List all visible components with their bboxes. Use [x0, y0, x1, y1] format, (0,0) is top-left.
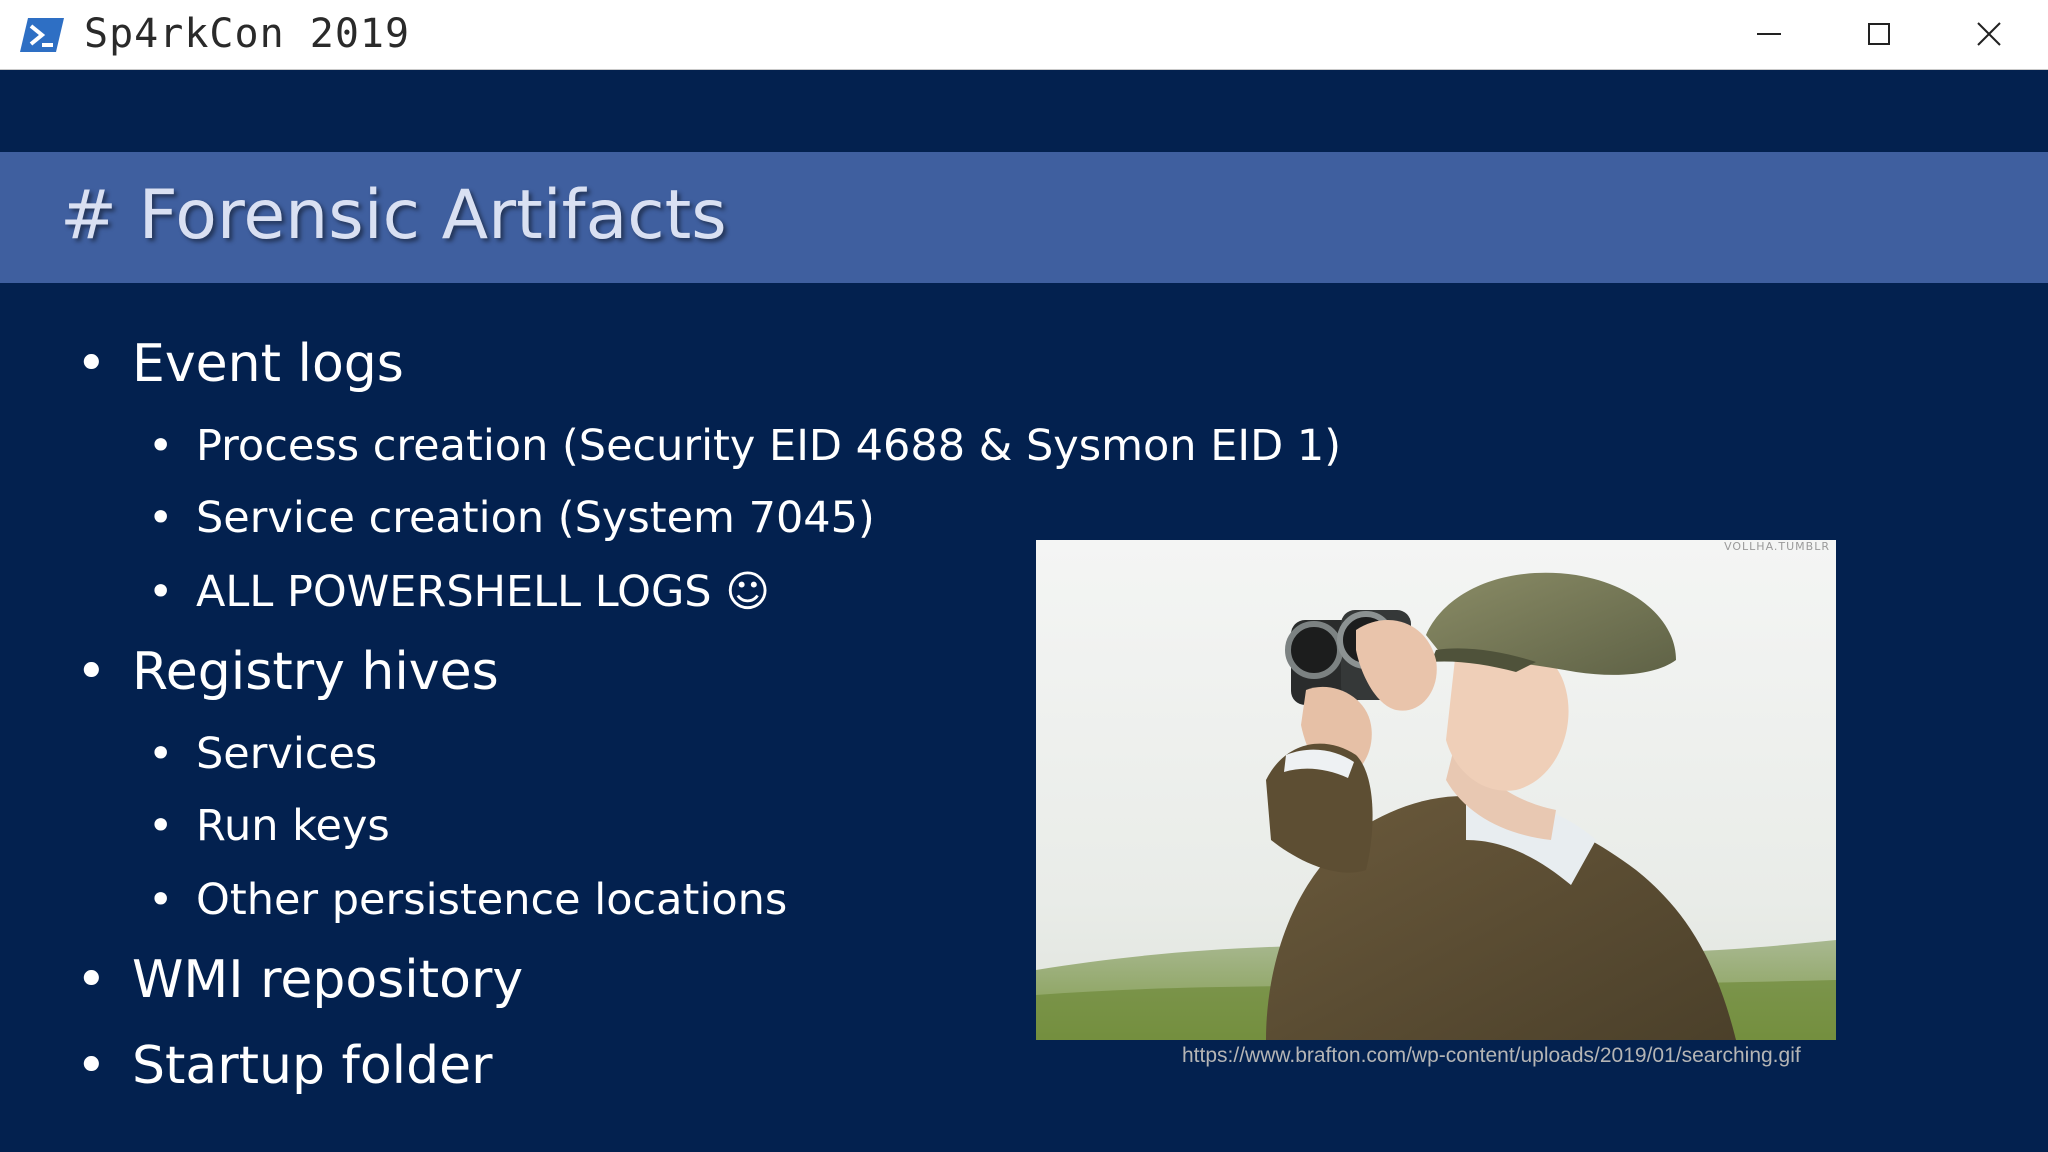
powershell-icon — [20, 16, 64, 54]
slide-title: # Forensic Artifacts — [60, 176, 727, 255]
bullet-label: Event logs — [132, 334, 404, 394]
sub-bullet-item: • Services — [148, 728, 377, 780]
maximize-icon — [1868, 23, 1890, 45]
slide-canvas: # Forensic Artifacts • Event logs • Proces… — [0, 70, 2048, 1152]
sub-bullet-label: Process creation (Security EID 4688 & Sy… — [196, 421, 1341, 471]
bullet-item: • WMI repository — [76, 950, 523, 1010]
bullet-item: • Registry hives — [76, 642, 499, 702]
bullet-icon: • — [148, 567, 174, 617]
image-source-url: https://www.brafton.com/wp-content/uploa… — [1182, 1044, 1801, 1067]
close-icon — [1977, 22, 2001, 46]
bullet-item: • Startup folder — [76, 1036, 492, 1096]
bullet-icon: • — [148, 875, 174, 925]
bullet-label: WMI repository — [132, 950, 524, 1010]
minimize-button[interactable] — [1714, 0, 1824, 68]
sub-bullet-item: • ALL POWERSHELL LOGS ☺ — [148, 566, 770, 618]
sub-bullet-label: Services — [196, 729, 378, 779]
sub-bullet-label: Service creation (System 7045) — [196, 493, 875, 543]
bullet-icon: • — [76, 334, 107, 394]
sub-bullet-label: Run keys — [196, 801, 390, 851]
binoculars-photo: VOLLHA.TUMBLR — [1036, 540, 1836, 1040]
sub-bullet-item: • Other persistence locations — [148, 874, 787, 926]
bullet-icon: • — [76, 1036, 107, 1096]
window-title: Sp4rkCon 2019 — [84, 11, 411, 57]
bullet-item: • Event logs — [76, 334, 404, 394]
window-titlebar[interactable]: Sp4rkCon 2019 — [0, 0, 2048, 70]
bullet-icon: • — [148, 493, 174, 543]
bullet-icon: • — [76, 950, 107, 1010]
sub-bullet-item: • Service creation (System 7045) — [148, 492, 875, 544]
sub-bullet-item: • Run keys — [148, 800, 390, 852]
close-button[interactable] — [1934, 0, 2044, 68]
minimize-icon — [1757, 33, 1781, 35]
sub-bullet-item: • Process creation (Security EID 4688 & S… — [148, 420, 1341, 472]
sub-bullet-label: ALL POWERSHELL LOGS ☺ — [196, 567, 771, 617]
bullet-icon: • — [148, 421, 174, 471]
bullet-icon: • — [148, 729, 174, 779]
bullet-icon: • — [76, 642, 107, 702]
sub-bullet-label: Other persistence locations — [196, 875, 788, 925]
bullet-label: Registry hives — [132, 642, 499, 702]
maximize-button[interactable] — [1824, 0, 1934, 68]
bullet-icon: • — [148, 801, 174, 851]
photo-watermark: VOLLHA.TUMBLR — [1724, 540, 1830, 553]
bullet-label: Startup folder — [132, 1036, 493, 1096]
